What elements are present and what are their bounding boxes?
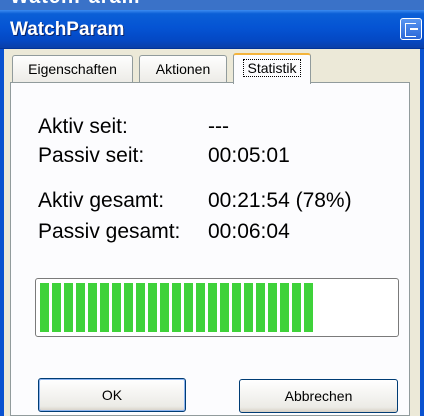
title-bar[interactable]: WatchParam	[0, 10, 424, 49]
tab-eigenschaften[interactable]: Eigenschaften	[12, 55, 133, 83]
aktiv-gesamt-value: 00:21:54 (78%)	[208, 189, 352, 212]
cancel-button[interactable]: Abbrechen	[239, 379, 398, 413]
activity-progress-bar	[35, 278, 399, 337]
passiv-gesamt-label: Passiv gesamt:	[38, 220, 181, 243]
watchparam-dialog: WatchParam Eigenschaften Aktionen Statis…	[0, 10, 424, 416]
window-border-right	[420, 49, 424, 416]
window-menu-icon[interactable]	[400, 18, 422, 40]
window-title: WatchParam	[10, 19, 125, 40]
progress-fill	[40, 283, 316, 332]
tab-statistik-label: Statistik	[243, 59, 301, 77]
aktiv-seit-label: Aktiv seit:	[38, 115, 128, 138]
passiv-seit-label: Passiv seit:	[38, 144, 145, 167]
passiv-gesamt-value: 00:06:04	[208, 220, 290, 243]
previous-window-title: WatchParam	[10, 0, 140, 9]
window-border-left	[0, 49, 4, 416]
previous-window-title-strip: WatchParam	[0, 0, 424, 10]
tab-statistik[interactable]: Statistik	[233, 53, 311, 84]
tab-aktionen[interactable]: Aktionen	[139, 55, 227, 83]
aktiv-seit-value: ---	[208, 115, 229, 138]
passiv-seit-value: 00:05:01	[208, 144, 290, 167]
ok-button[interactable]: OK	[38, 378, 186, 412]
aktiv-gesamt-label: Aktiv gesamt:	[38, 189, 165, 212]
